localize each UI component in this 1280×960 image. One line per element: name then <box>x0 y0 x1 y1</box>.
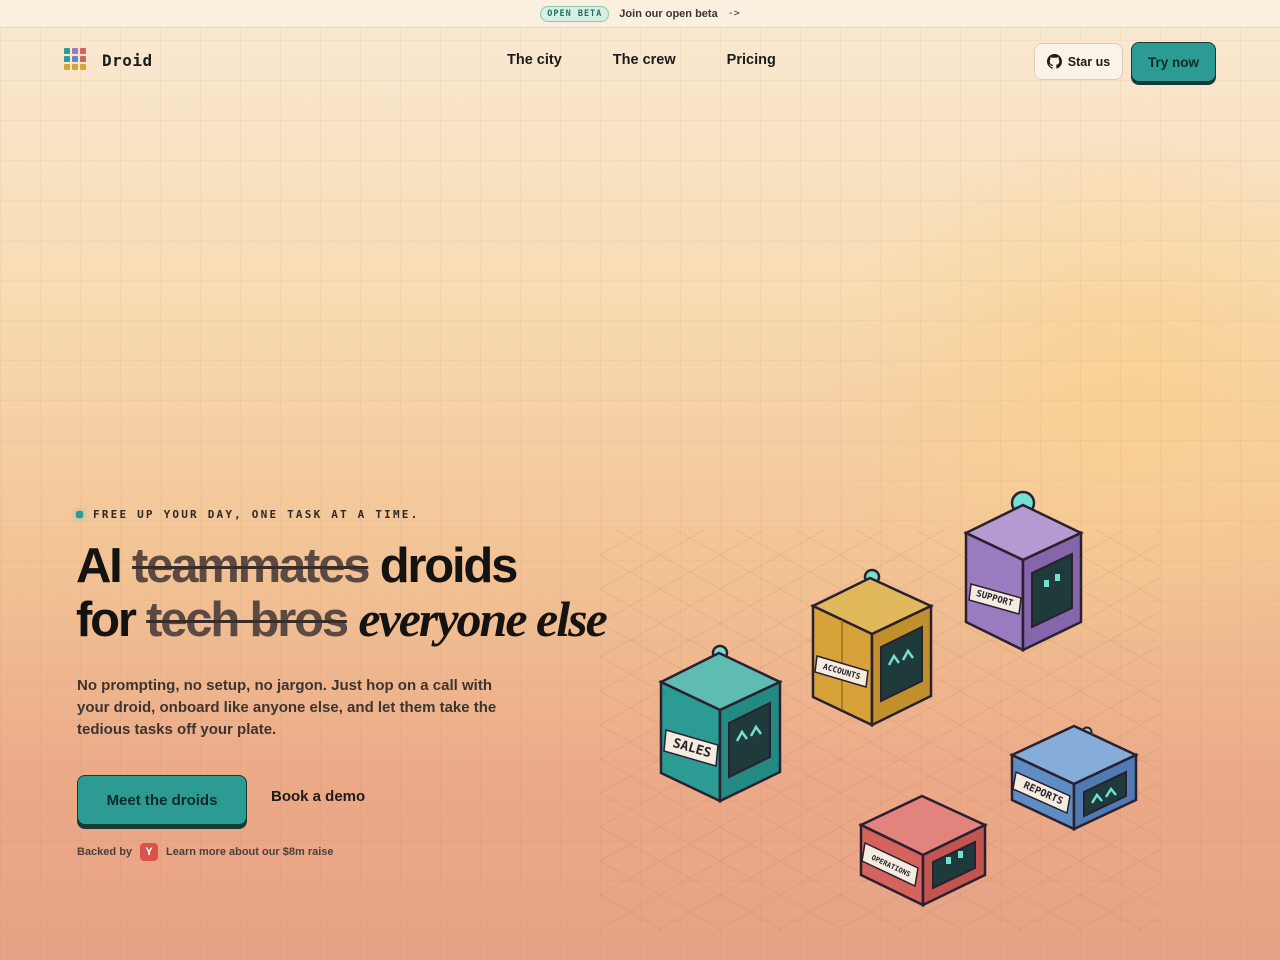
hero-headline: AI teammates droids for tech bros everyo… <box>76 539 608 647</box>
brand-name: Droid <box>102 50 153 70</box>
droid-logo-icon <box>64 48 88 72</box>
nav-link-the-city[interactable]: The city <box>507 52 562 68</box>
backed-by-label: Backed by <box>77 846 133 858</box>
droid-city-illustration: SUPPORT ACCOUNTS SALES REPORTS OPERATION… <box>600 490 1160 930</box>
top-nav: Droid The city The crew Pricing Star us … <box>0 28 1280 94</box>
headline-line-1: AI teammates droids <box>76 539 519 593</box>
announcement-bar[interactable]: OPEN BETA Join our open beta -> <box>0 0 1280 28</box>
headline-line-2: for tech bros everyone else <box>76 591 608 647</box>
headline-struck-word: tech bros <box>146 593 349 647</box>
hero-eyebrow: FREE UP YOUR DAY, ONE TASK AT A TIME. <box>76 508 419 521</box>
try-now-button[interactable]: Try now <box>1131 42 1216 82</box>
backed-by: Backed by Y Learn more about our $8m rai… <box>77 843 334 861</box>
nav-link-the-crew[interactable]: The crew <box>613 52 676 68</box>
star-us-button[interactable]: Star us <box>1034 43 1123 80</box>
star-us-label: Star us <box>1067 54 1111 69</box>
droid-support[interactable]: SUPPORT <box>963 490 1084 653</box>
y-combinator-logo-icon: Y <box>140 843 159 861</box>
arrow-right-icon: -> <box>727 8 740 19</box>
headline-struck-word: teammates <box>132 539 370 593</box>
raise-link[interactable]: Learn more about our $8m raise <box>166 846 334 858</box>
headline-word: for <box>76 593 137 647</box>
hero-subcopy: No prompting, no setup, no jargon. Just … <box>77 677 497 738</box>
eyebrow-dot-icon <box>76 511 83 518</box>
book-a-demo-button[interactable]: Book a demo <box>271 788 365 805</box>
github-icon <box>1046 54 1062 69</box>
brand[interactable]: Droid <box>64 48 153 72</box>
nav-link-pricing[interactable]: Pricing <box>727 52 776 68</box>
nav-links: The city The crew Pricing <box>507 52 776 68</box>
meet-the-droids-button[interactable]: Meet the droids <box>77 775 247 825</box>
announcement-text[interactable]: Join our open beta <box>619 8 717 20</box>
open-beta-badge: OPEN BETA <box>540 5 610 22</box>
headline-word: AI <box>76 539 123 593</box>
eyebrow-text: FREE UP YOUR DAY, ONE TASK AT A TIME. <box>93 508 420 521</box>
headline-word: droids <box>379 539 519 593</box>
headline-italic-word: everyone else <box>358 591 607 647</box>
